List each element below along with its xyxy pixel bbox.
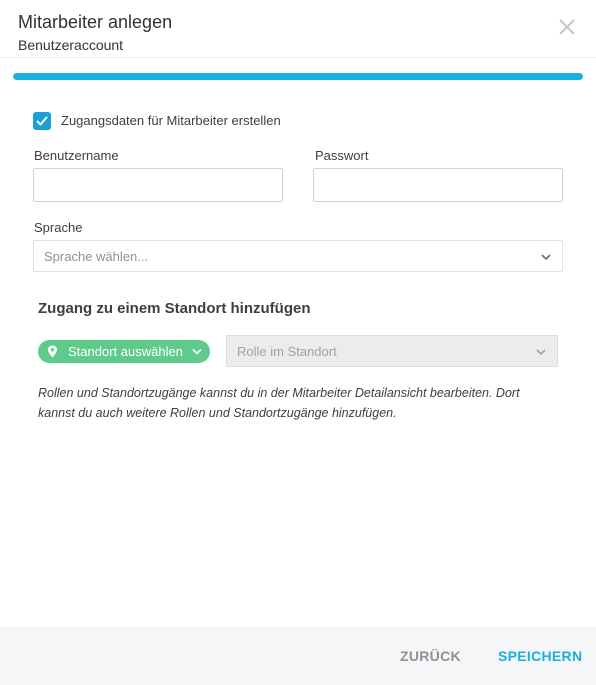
language-select-value: Sprache wählen... [44, 249, 149, 264]
create-access-label: Zugangsdaten für Mitarbeiter erstellen [61, 113, 281, 128]
map-pin-icon [48, 345, 57, 358]
back-button[interactable]: ZURÜCK [400, 648, 461, 664]
location-section-title: Zugang zu einem Standort hinzufügen [38, 300, 311, 317]
language-select[interactable]: Sprache wählen... [33, 240, 563, 272]
progress-bar [13, 73, 583, 80]
chevron-down-icon [192, 348, 202, 355]
select-location-button[interactable]: Standort auswählen [38, 340, 210, 363]
select-location-label: Standort auswählen [68, 344, 183, 359]
chevron-down-icon [536, 349, 546, 356]
location-hint-text: Rollen und Standortzugänge kannst du in … [38, 386, 520, 420]
password-input[interactable] [313, 168, 563, 202]
dialog-footer: ZURÜCK SPEICHERN [0, 626, 596, 685]
username-label: Benutzername [34, 148, 119, 163]
chevron-down-icon [541, 254, 551, 261]
close-button[interactable] [556, 16, 578, 38]
password-label: Passwort [315, 148, 369, 163]
create-access-checkbox[interactable] [33, 112, 51, 130]
check-icon [36, 116, 48, 126]
dialog-title: Mitarbeiter anlegen [18, 12, 173, 32]
progress-fill [13, 73, 583, 80]
dialog-header: Mitarbeiter anlegen Benutzeraccount [0, 0, 596, 58]
role-select-value: Rolle im Standort [237, 344, 337, 359]
close-icon [559, 19, 575, 35]
dialog-subtitle: Benutzeraccount [18, 37, 124, 53]
language-label: Sprache [34, 220, 83, 235]
role-select[interactable]: Rolle im Standort [226, 335, 558, 367]
save-button[interactable]: SPEICHERN [498, 648, 582, 664]
username-input[interactable] [33, 168, 283, 202]
